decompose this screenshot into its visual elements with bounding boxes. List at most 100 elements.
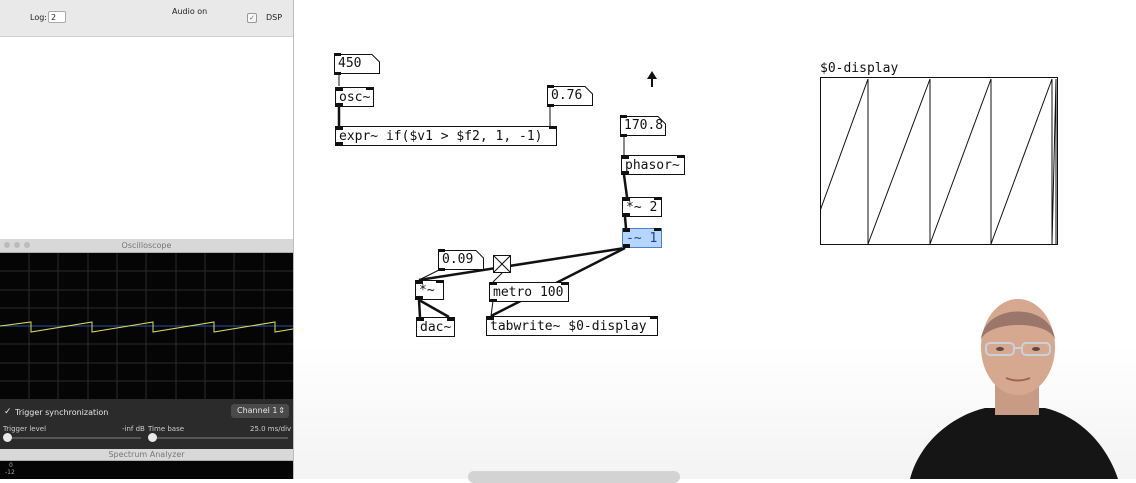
object-text: metro 100 (493, 285, 564, 300)
number-box-076[interactable]: 0.76 (547, 85, 593, 107)
close-window-button[interactable] (4, 242, 10, 248)
inlet[interactable] (438, 249, 445, 252)
inlet[interactable] (447, 317, 454, 321)
updown-icon: ⇕ (278, 406, 285, 415)
presenter-image (910, 299, 1118, 479)
trigger-level-slider-knob[interactable] (3, 433, 12, 442)
trigger-level-label: Trigger level (3, 425, 47, 433)
trigger-level-slider[interactable] (6, 437, 141, 439)
cord-phasor-mul2[interactable] (622, 174, 629, 198)
time-base-label: Time base (148, 425, 185, 433)
outlet[interactable] (622, 171, 629, 175)
object-expr[interactable]: expr~ if($v1 > $f2, 1, -1) (335, 126, 557, 146)
outlet[interactable] (334, 72, 341, 75)
object-text: phasor~ (625, 158, 680, 173)
outlet[interactable] (336, 142, 343, 146)
array-name-label: $0-display (820, 61, 899, 76)
object-dac[interactable]: dac~ (416, 317, 455, 337)
object-multiply[interactable]: *~ (415, 280, 444, 300)
time-base-slider-knob[interactable] (148, 433, 157, 442)
log-label: Log: (30, 13, 47, 22)
spectrum-scale-top: 0 (9, 462, 13, 469)
audio-status: Audio on (172, 7, 208, 16)
spectrum-analyzer-title: Spectrum Analyzer (108, 450, 185, 459)
outlet[interactable] (623, 213, 630, 217)
inlet[interactable] (487, 316, 494, 320)
inlet[interactable] (654, 197, 661, 200)
inlet[interactable] (334, 53, 341, 56)
inlet[interactable] (561, 282, 568, 285)
arrow-up-icon (647, 71, 657, 87)
inlet[interactable] (490, 282, 497, 285)
inlet[interactable] (417, 317, 424, 321)
dsp-checkbox[interactable]: ✓ (247, 13, 257, 23)
inlet[interactable] (650, 316, 657, 319)
minimize-window-button[interactable] (14, 242, 20, 248)
outlet[interactable] (623, 244, 630, 248)
number-box-value: 170.8 (624, 118, 664, 133)
cord-mul-dac-left[interactable] (417, 299, 422, 318)
oscilloscope-grid (0, 253, 294, 399)
channel-select[interactable]: Channel 1 ⇕ (231, 404, 289, 418)
object-text: expr~ if($v1 > $f2, 1, -1) (339, 129, 543, 144)
trigger-level-value: -inf dB (122, 425, 145, 433)
array-graph[interactable] (819, 77, 1058, 245)
bang-button[interactable] (493, 255, 511, 273)
number-box-1708[interactable]: 170.8 (620, 115, 666, 137)
trigger-sync-checkbox[interactable]: ✓ (4, 407, 12, 417)
inlet[interactable] (336, 87, 343, 91)
number-box-value: 450 (338, 56, 362, 71)
spectrum-analyzer-screen: 0 -12 (0, 461, 293, 479)
pd-main-window-toolbar: Log: 2 Audio on ✓ DSP (0, 0, 293, 37)
number-box-450[interactable]: 450 (334, 53, 380, 75)
console-area (0, 37, 293, 239)
object-osc[interactable]: osc~ (335, 87, 374, 107)
array-waveform (819, 77, 1058, 245)
object-text: dac~ (420, 320, 452, 335)
object-metro[interactable]: metro 100 (489, 282, 569, 302)
outlet[interactable] (547, 104, 554, 107)
webcam-presenter (900, 290, 1136, 479)
outlet[interactable] (438, 268, 445, 271)
trigger-sync-label: Trigger synchronization (15, 408, 109, 417)
inlet[interactable] (623, 197, 630, 201)
inlet[interactable] (620, 115, 627, 118)
bang-icon (493, 255, 511, 273)
inlet[interactable] (549, 126, 556, 129)
inlet[interactable] (622, 155, 629, 159)
object-multiply-2[interactable]: *~ 2 (622, 197, 662, 217)
number-box-009[interactable]: 0.09 (438, 249, 484, 271)
inlet[interactable] (623, 228, 630, 232)
cord-bang-metro[interactable] (492, 271, 504, 283)
inlet[interactable] (416, 280, 423, 284)
cord-mul2-sub1[interactable] (623, 216, 628, 229)
inlet[interactable] (336, 126, 343, 130)
cord-mul-dac-right[interactable] (418, 298, 450, 319)
object-text: -~ 1 (626, 231, 658, 246)
outlet[interactable] (336, 103, 343, 107)
outlet[interactable] (490, 299, 497, 302)
log-level-spinner[interactable]: 2 (48, 11, 66, 23)
time-base-slider[interactable] (150, 437, 288, 439)
inlet[interactable] (436, 280, 443, 283)
outlet[interactable] (620, 134, 627, 137)
object-text: *~ 2 (626, 200, 658, 215)
object-subtract-1[interactable]: -~ 1 (622, 228, 662, 248)
dsp-label: DSP (266, 13, 283, 22)
spectrum-scale-second: -12 (5, 469, 15, 476)
inlet[interactable] (677, 155, 684, 158)
oscilloscope-titlebar: Oscilloscope (0, 239, 293, 253)
time-base-value: 25.0 ms/div (250, 425, 292, 433)
outlet[interactable] (416, 296, 423, 300)
oscilloscope-title: Oscilloscope (121, 241, 172, 250)
object-tabwrite[interactable]: tabwrite~ $0-display (486, 316, 658, 336)
left-panel: Log: 2 Audio on ✓ DSP Oscilloscope ✓ Tri… (0, 0, 294, 479)
inlet[interactable] (366, 87, 373, 90)
inlet[interactable] (654, 228, 661, 231)
spectrum-analyzer-titlebar: Spectrum Analyzer (0, 449, 293, 461)
zoom-window-button[interactable] (24, 242, 30, 248)
inlet[interactable] (547, 85, 554, 88)
oscilloscope-controls: ✓ Trigger synchronization Channel 1 ⇕ Tri… (0, 399, 293, 449)
object-phasor[interactable]: phasor~ (621, 155, 685, 175)
window-scrollbar[interactable] (468, 471, 680, 483)
